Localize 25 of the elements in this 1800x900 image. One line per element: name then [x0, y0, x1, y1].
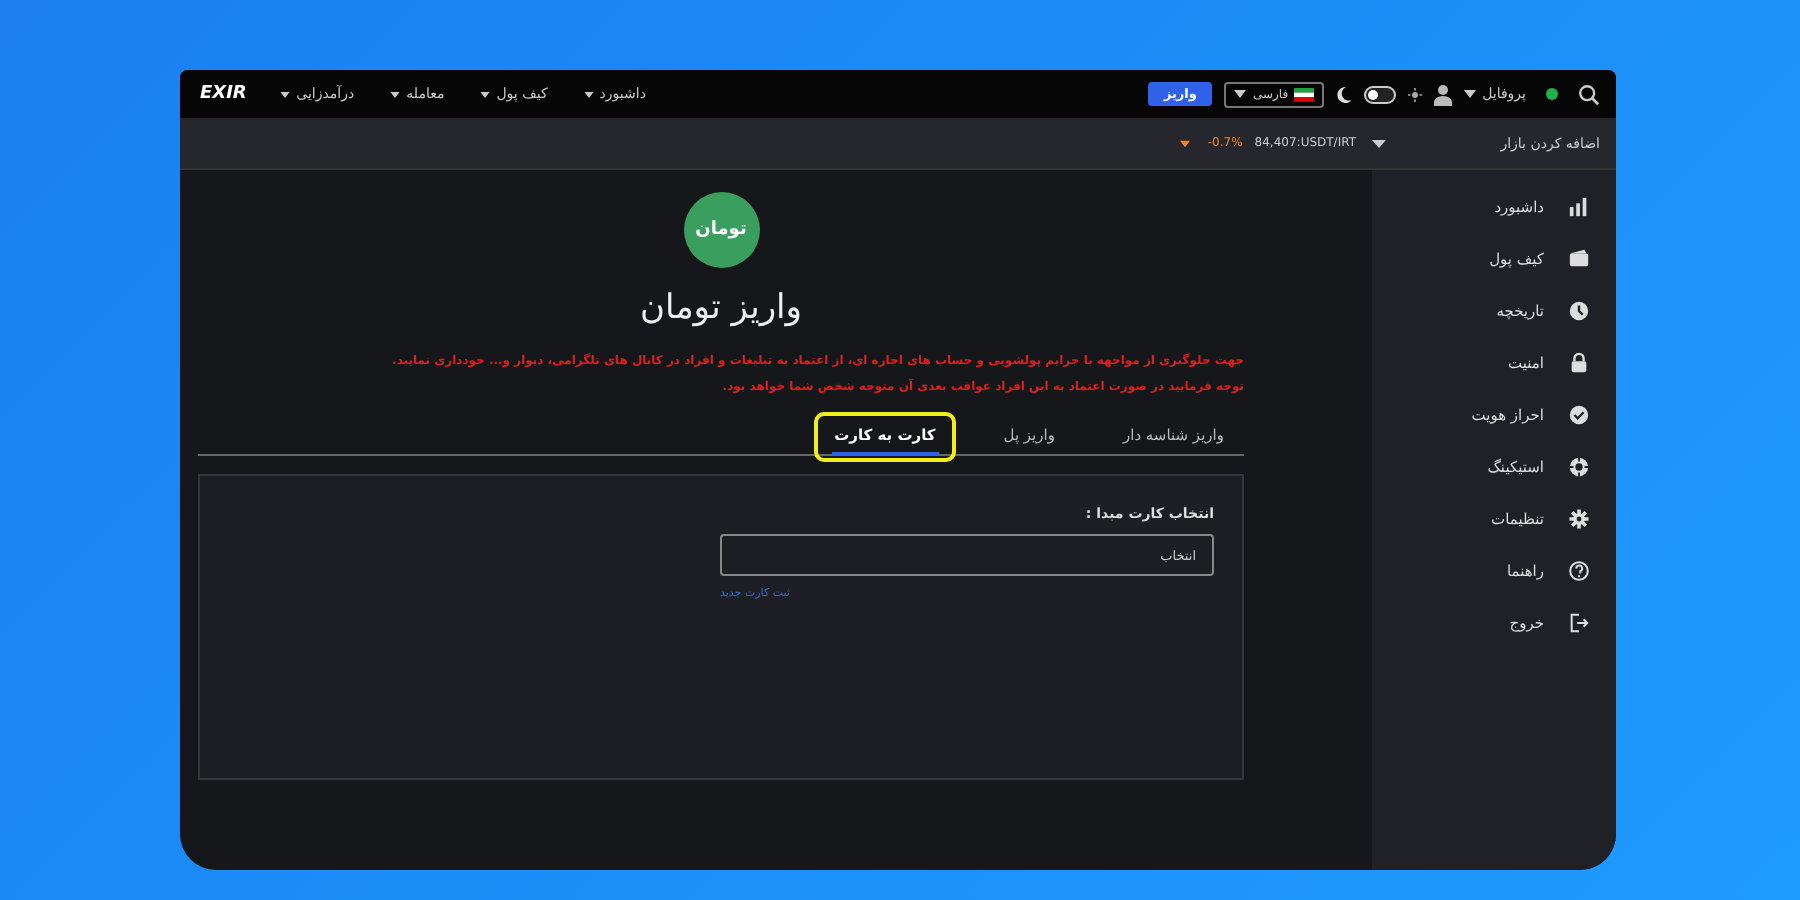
clock-icon[interactable]	[1568, 300, 1590, 322]
logo[interactable]: EXIR	[200, 84, 247, 104]
wallet-icon[interactable]	[1568, 248, 1590, 270]
caret-icon	[280, 91, 291, 97]
theme-toggle[interactable]	[1364, 85, 1397, 103]
check-circle-icon[interactable]	[1568, 404, 1590, 426]
caret-icon	[1464, 90, 1477, 98]
lock-icon[interactable]	[1568, 352, 1590, 374]
moon-icon	[1336, 85, 1353, 103]
caret-icon	[390, 91, 401, 97]
bar-chart-icon[interactable]	[1568, 196, 1590, 218]
user-icon[interactable]	[1434, 83, 1453, 105]
caret-icon[interactable]	[1372, 139, 1386, 147]
sun-icon	[1408, 87, 1423, 101]
search-icon[interactable]	[1578, 83, 1600, 105]
page-title: واریز تومان	[640, 288, 802, 328]
help-icon[interactable]	[1568, 560, 1590, 582]
logout-icon[interactable]	[1568, 612, 1590, 634]
toman-badge: تومان	[683, 192, 759, 268]
flag-icon	[1294, 87, 1315, 101]
caret-icon	[583, 91, 594, 97]
settings-icon[interactable]	[1568, 508, 1590, 530]
caret-icon	[480, 91, 491, 97]
caret-icon	[1234, 90, 1247, 98]
crosshair-icon[interactable]	[1568, 456, 1590, 478]
